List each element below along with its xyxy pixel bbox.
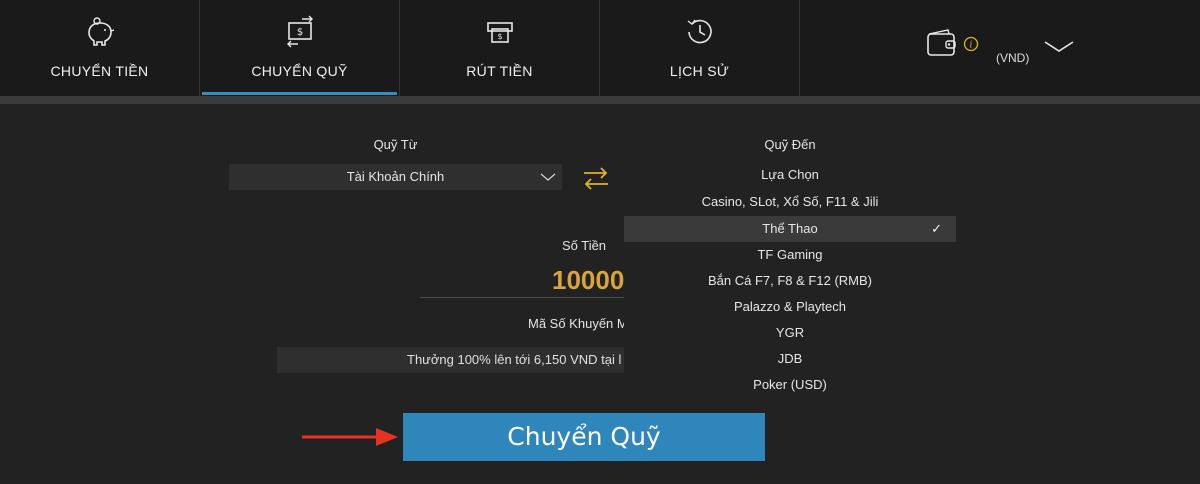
tab-label: CHUYỂN QUỸ (251, 63, 348, 79)
amount-input[interactable]: 10000 (420, 262, 624, 298)
option-label: Bắn Cá F7, F8 & F12 (RMB) (708, 273, 872, 288)
checkmark-icon: ✓ (931, 221, 942, 236)
from-label: Quỹ Từ (373, 137, 418, 152)
amount-value: 10000 (552, 265, 625, 295)
wallet-currency: (VND) (996, 51, 1030, 65)
red-arrow-annotation (302, 428, 398, 446)
tab-label: CHUYỂN TIỀN (50, 63, 149, 79)
dropdown-option[interactable]: Casino, SLot, Xổ Số, F11 & Jili (624, 189, 956, 215)
history-clock-icon (687, 19, 712, 44)
dropdown-option[interactable]: Bắn Cá F7, F8 & F12 (RMB) (624, 268, 956, 294)
option-label: TF Gaming (757, 247, 823, 262)
dropdown-option[interactable]: Lựa Chọn (624, 162, 956, 188)
svg-text:i: i (970, 41, 973, 51)
chevron-down-icon (540, 173, 556, 181)
tab-rut-tien[interactable]: $ RÚT TIỀN (400, 0, 600, 96)
wallet-panel[interactable]: i (VND) (800, 0, 1200, 96)
wallet-icon (927, 29, 956, 56)
swap-arrows-icon[interactable] (582, 164, 610, 192)
piggy-bank-icon (87, 17, 114, 46)
svg-text:$: $ (296, 27, 302, 38)
dropdown-option[interactable]: Poker (USD) (624, 372, 956, 398)
cash-withdraw-icon: $ (486, 22, 513, 43)
option-label: Casino, SLot, Xổ Số, F11 & Jili (701, 194, 879, 209)
chevron-down-icon[interactable] (1044, 40, 1074, 54)
dropdown-option[interactable]: JDB (624, 346, 956, 372)
option-label: YGR (775, 325, 805, 340)
money-transfer-icon: $ (286, 15, 313, 48)
option-label: Lựa Chọn (761, 167, 819, 182)
transfer-fund-button[interactable]: Chuyển Quỹ (403, 413, 765, 461)
option-label: Palazzo & Playtech (733, 299, 846, 314)
from-fund-select[interactable]: Tài Khoản Chính (229, 164, 562, 190)
to-fund-dropdown: Lựa Chọn Casino, SLot, Xổ Số, F11 & Jili… (624, 162, 956, 400)
dropdown-option[interactable]: Palazzo & Playtech (624, 294, 956, 320)
nav-divider-bar (0, 96, 1200, 104)
option-label: JDB (777, 351, 803, 366)
info-icon[interactable]: i (963, 36, 979, 52)
from-fund-value: Tài Khoản Chính (346, 169, 445, 184)
amount-label: Số Tiền (561, 238, 607, 253)
promo-code-select[interactable]: Thưởng 100% lên tới 6,150 VND tại l (277, 347, 624, 373)
svg-text:$: $ (497, 32, 502, 41)
option-label: Thể Thao (762, 221, 818, 236)
dropdown-option-selected[interactable]: Thể Thao ✓ (624, 216, 956, 242)
dropdown-option[interactable]: TF Gaming (624, 242, 956, 268)
top-nav: CHUYỂN TIỀN $ CHUYỂN QUỸ $ RÚT TIỀN LỊCH… (0, 0, 1200, 96)
tab-label: RÚT TIỀN (466, 63, 533, 79)
promo-value: Thưởng 100% lên tới 6,150 VND tại l (407, 352, 622, 367)
tab-lich-su[interactable]: LỊCH SỬ (600, 0, 800, 96)
promo-label: Mã Số Khuyến M (528, 316, 628, 331)
option-label: Poker (USD) (753, 377, 827, 392)
to-label: Quỹ Đến (764, 137, 816, 152)
tab-label: LỊCH SỬ (669, 63, 730, 79)
tab-chuyen-quy[interactable]: $ CHUYỂN QUỸ (200, 0, 400, 96)
dropdown-option[interactable]: YGR (624, 320, 956, 346)
tab-chuyen-tien[interactable]: CHUYỂN TIỀN (0, 0, 200, 96)
